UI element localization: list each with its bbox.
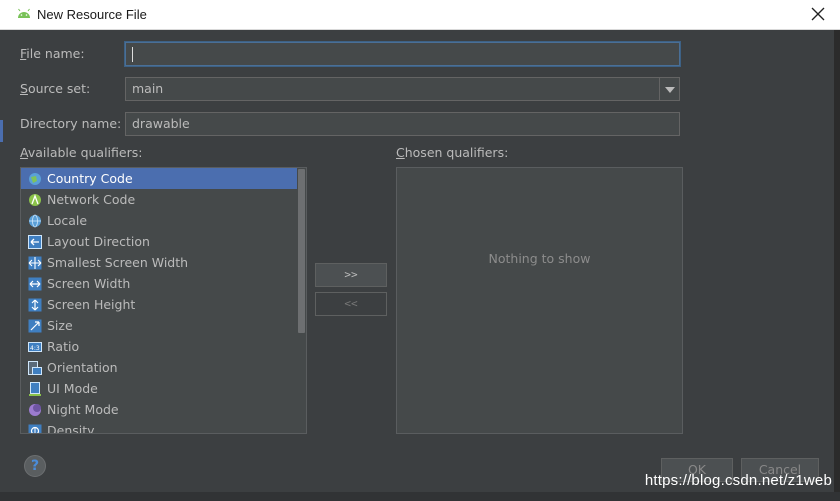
screen-height-icon <box>28 297 42 312</box>
ratio-icon: 4:3 <box>28 339 42 353</box>
android-icon <box>16 8 32 23</box>
text-caret <box>132 47 133 62</box>
source-set-label: Source set: <box>20 81 91 96</box>
chosen-qualifiers-list[interactable]: Nothing to show <box>396 167 683 434</box>
qualifier-layout-direction[interactable]: Layout Direction <box>21 231 306 252</box>
ui-mode-icon <box>28 381 42 396</box>
help-icon[interactable]: ? <box>24 455 46 477</box>
density-icon <box>28 423 42 433</box>
svg-text:4:3: 4:3 <box>30 345 40 352</box>
night-mode-icon <box>28 402 42 416</box>
qualifier-screen-width[interactable]: Screen Width <box>21 273 306 294</box>
orientation-icon <box>28 360 42 375</box>
qualifier-smallest-screen-width[interactable]: Smallest Screen Width <box>21 252 306 273</box>
file-name-label: File name: <box>20 46 85 61</box>
smallest-width-icon <box>28 255 42 270</box>
file-name-input[interactable] <box>125 42 680 66</box>
qualifier-density[interactable]: Density <box>21 420 306 433</box>
directory-name-field[interactable]: drawable <box>125 112 680 136</box>
globe-flag-icon <box>28 171 42 185</box>
empty-state-text: Nothing to show <box>488 251 591 266</box>
dialog-title-bar: New Resource File <box>0 0 840 30</box>
list-scrollbar[interactable] <box>297 168 306 433</box>
qualifier-orientation[interactable]: Orientation <box>21 357 306 378</box>
add-qualifier-button[interactable]: >> <box>315 263 387 287</box>
source-set-value: main <box>132 81 164 96</box>
layout-direction-icon <box>28 234 42 249</box>
qualifier-screen-height[interactable]: Screen Height <box>21 294 306 315</box>
window-edge <box>834 30 840 492</box>
size-icon <box>28 318 42 333</box>
dialog-title: New Resource File <box>37 7 147 22</box>
network-icon <box>28 192 42 206</box>
window-bottom-edge <box>0 492 840 501</box>
watermark-text: https://blog.csdn.net/z1web <box>644 472 832 489</box>
close-icon[interactable] <box>810 6 826 22</box>
directory-name-label: Directory name: <box>20 116 122 131</box>
available-qualifiers-list[interactable]: Country Code Network Code Locale Layout … <box>20 167 307 434</box>
source-set-dropdown[interactable]: main <box>125 77 680 101</box>
available-qualifiers-label: Available qualifiers: <box>20 145 143 160</box>
remove-qualifier-button[interactable]: << <box>315 292 387 316</box>
qualifier-night-mode[interactable]: Night Mode <box>21 399 306 420</box>
chevron-down-icon[interactable] <box>659 78 679 100</box>
globe-icon <box>28 213 42 228</box>
chosen-qualifiers-label: Chosen qualifiers: <box>396 145 509 160</box>
qualifier-locale[interactable]: Locale <box>21 210 306 231</box>
qualifier-size[interactable]: Size <box>21 315 306 336</box>
qualifier-ui-mode[interactable]: UI Mode <box>21 378 306 399</box>
qualifier-network-code[interactable]: Network Code <box>21 189 306 210</box>
qualifier-ratio[interactable]: 4:3 Ratio <box>21 336 306 357</box>
scrollbar-thumb[interactable] <box>298 169 305 333</box>
qualifier-country-code[interactable]: Country Code <box>21 168 306 189</box>
screen-width-icon <box>28 276 42 291</box>
background-selection-strip <box>0 120 3 142</box>
